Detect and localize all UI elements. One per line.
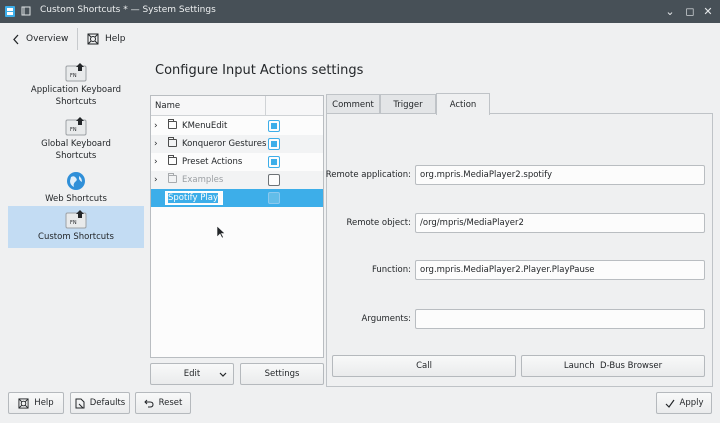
call-button-label: Call <box>416 361 432 371</box>
remote-object-label: Remote object: <box>346 218 411 228</box>
folder-icon <box>168 155 177 165</box>
column-header-name[interactable]: Name <box>155 101 180 111</box>
edit-dropdown-button[interactable]: Edit <box>150 363 234 385</box>
minimize-icon[interactable]: ⌄ <box>663 4 677 18</box>
remote-application-label: Remote application: <box>325 170 411 180</box>
close-icon[interactable]: ✕ <box>701 4 715 18</box>
apply-button-label: Apply <box>679 398 704 408</box>
window-menu-icon[interactable] <box>21 6 31 16</box>
expand-chevron-icon[interactable]: › <box>154 175 158 185</box>
overview-button[interactable]: Overview <box>12 30 68 48</box>
page-title: Configure Input Actions settings <box>155 63 364 78</box>
keyboard-fn-icon: FN <box>65 210 87 229</box>
tree-header: Name <box>151 96 323 116</box>
maximize-icon[interactable]: ◻ <box>683 4 697 18</box>
actions-tree[interactable]: Name › KMenuEdit › Konqueror Gestures › … <box>150 95 324 358</box>
sidebar-item-web-shortcuts[interactable]: Web Shortcuts <box>8 169 144 205</box>
tab-label: Trigger <box>393 99 423 110</box>
keyboard-fn-icon: FN <box>65 63 87 82</box>
chevron-down-icon <box>219 372 227 377</box>
tab-trigger[interactable]: Trigger <box>380 94 436 114</box>
undo-icon <box>143 399 154 408</box>
title-bar: Custom Shortcuts * — System Settings ⌄ ◻… <box>0 0 720 23</box>
rename-input-text: Spotify Play <box>168 193 218 203</box>
expand-chevron-icon[interactable]: › <box>154 157 158 167</box>
reset-button-label: Reset <box>158 398 183 408</box>
function-label: Function: <box>371 265 411 275</box>
svg-text:FN: FN <box>70 73 77 79</box>
mouse-cursor-icon <box>217 226 226 239</box>
sidebar-item-label: Global Keyboard Shortcuts <box>41 139 111 161</box>
tab-label: Action <box>449 99 477 110</box>
apply-button[interactable]: Apply <box>656 392 712 414</box>
folder-icon <box>168 137 177 147</box>
reset-button[interactable]: Reset <box>135 392 191 414</box>
help-button[interactable]: Help <box>8 392 64 414</box>
sidebar-item-label: Custom Shortcuts <box>38 232 114 242</box>
sidebar: FN Application Keyboard Shortcuts FN Glo… <box>8 59 144 349</box>
tree-row-kmenuedit[interactable]: › KMenuEdit <box>151 117 323 135</box>
expand-chevron-icon[interactable]: › <box>154 121 158 131</box>
folder-icon <box>168 173 177 183</box>
tree-row-label: KMenuEdit <box>182 121 228 131</box>
folder-icon <box>168 119 177 129</box>
enabled-checkbox[interactable] <box>268 174 280 186</box>
tree-row-spotify-play[interactable]: Spotify Play <box>151 189 323 207</box>
arguments-input[interactable] <box>415 309 705 329</box>
sidebar-item-custom-shortcuts[interactable]: FN Custom Shortcuts <box>8 206 144 248</box>
help-toolbar-label: Help <box>105 34 126 44</box>
sidebar-item-label: Web Shortcuts <box>45 194 107 204</box>
expand-chevron-icon[interactable]: › <box>154 139 158 149</box>
help-toolbar-button[interactable]: Help <box>87 30 126 48</box>
rename-input[interactable]: Spotify Play <box>165 191 223 205</box>
sidebar-item-label: Application Keyboard Shortcuts <box>30 85 122 107</box>
launch-button-label: Launch D-Bus Browser <box>563 361 663 371</box>
system-settings-icon <box>5 6 15 17</box>
tree-row-label: Konqueror Gestures <box>182 139 267 149</box>
toolbar-separator <box>77 28 78 50</box>
settings-button-label: Settings <box>264 369 300 379</box>
edit-button-label: Edit <box>183 369 201 379</box>
function-input[interactable]: org.mpris.MediaPlayer2.Player.PlayPause <box>415 260 705 280</box>
help-icon <box>18 397 29 409</box>
bottom-button-bar: Help Defaults Reset Apply <box>0 389 720 423</box>
help-icon <box>87 33 99 45</box>
svg-text:FN: FN <box>70 127 77 133</box>
overview-label: Overview <box>26 34 69 44</box>
svg-text:FN: FN <box>70 220 77 226</box>
keyboard-fn-icon: FN <box>65 117 87 136</box>
call-button[interactable]: Call <box>332 355 516 377</box>
tab-label: Comment <box>332 99 374 110</box>
tab-comment[interactable]: Comment <box>326 94 380 114</box>
window-title: Custom Shortcuts * — System Settings <box>40 5 216 15</box>
column-separator <box>265 96 266 116</box>
enabled-checkbox[interactable] <box>268 120 280 132</box>
help-button-label: Help <box>34 398 54 408</box>
chevron-left-icon <box>13 34 19 44</box>
enabled-checkbox[interactable] <box>268 138 280 150</box>
remote-object-input[interactable]: /org/mpris/MediaPlayer2 <box>415 213 705 233</box>
remote-application-input[interactable]: org.mpris.MediaPlayer2.spotify <box>415 165 705 185</box>
sidebar-item-global-keyboard-shortcuts[interactable]: FN Global Keyboard Shortcuts <box>8 113 144 165</box>
tree-row-label: Examples <box>182 175 224 185</box>
tree-row-label: Preset Actions <box>182 157 243 167</box>
enabled-checkbox[interactable] <box>268 192 280 204</box>
tree-row-konqueror-gestures[interactable]: › Konqueror Gestures <box>151 135 323 153</box>
sidebar-item-application-keyboard-shortcuts[interactable]: FN Application Keyboard Shortcuts <box>8 59 144 111</box>
tree-row-preset-actions[interactable]: › Preset Actions <box>151 153 323 171</box>
system-settings-window: Overview Help FN Application Keyboard Sh… <box>0 23 720 423</box>
settings-button[interactable]: Settings <box>240 363 324 385</box>
enabled-checkbox[interactable] <box>268 156 280 168</box>
top-toolbar: Overview Help <box>0 23 720 55</box>
action-tab-panel: Remote application: org.mpris.MediaPlaye… <box>326 113 713 387</box>
tab-action[interactable]: Action <box>436 93 490 115</box>
checkmark-icon <box>665 399 674 408</box>
tree-row-examples[interactable]: › Examples <box>151 171 323 189</box>
launch-dbus-browser-button[interactable]: Launch D-Bus Browser <box>521 355 705 377</box>
defaults-button-label: Defaults <box>89 398 126 408</box>
defaults-button[interactable]: Defaults <box>70 392 130 414</box>
arguments-label: Arguments: <box>361 314 411 324</box>
globe-icon <box>67 172 85 190</box>
document-defaults-icon <box>75 398 85 408</box>
